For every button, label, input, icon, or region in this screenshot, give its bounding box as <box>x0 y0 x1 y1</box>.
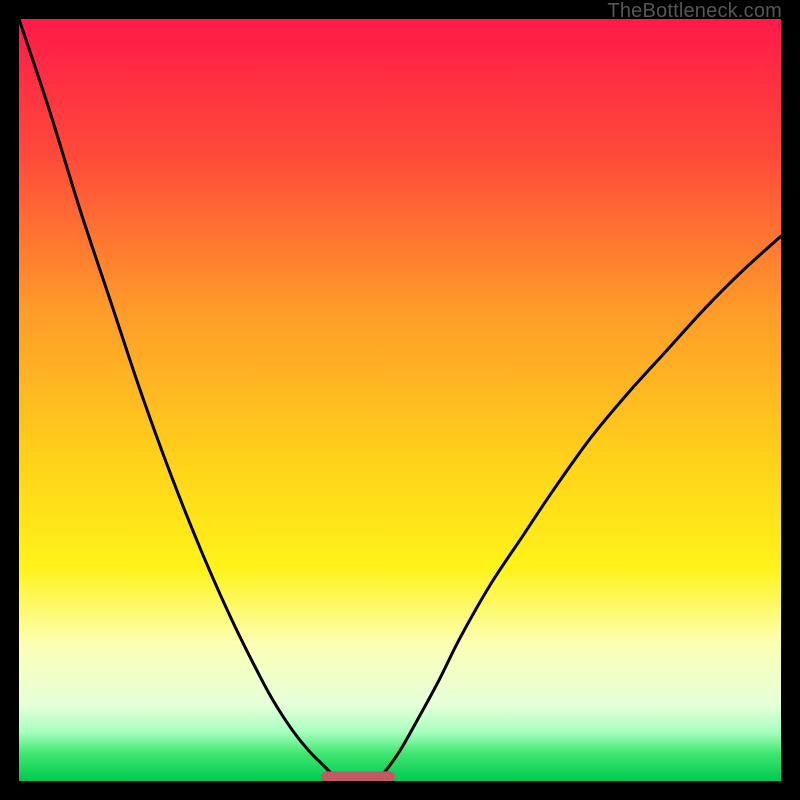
watermark-text: TheBottleneck.com <box>607 0 782 23</box>
chart-frame <box>19 19 781 781</box>
gradient-background <box>19 19 781 781</box>
chart-plot <box>19 19 781 781</box>
